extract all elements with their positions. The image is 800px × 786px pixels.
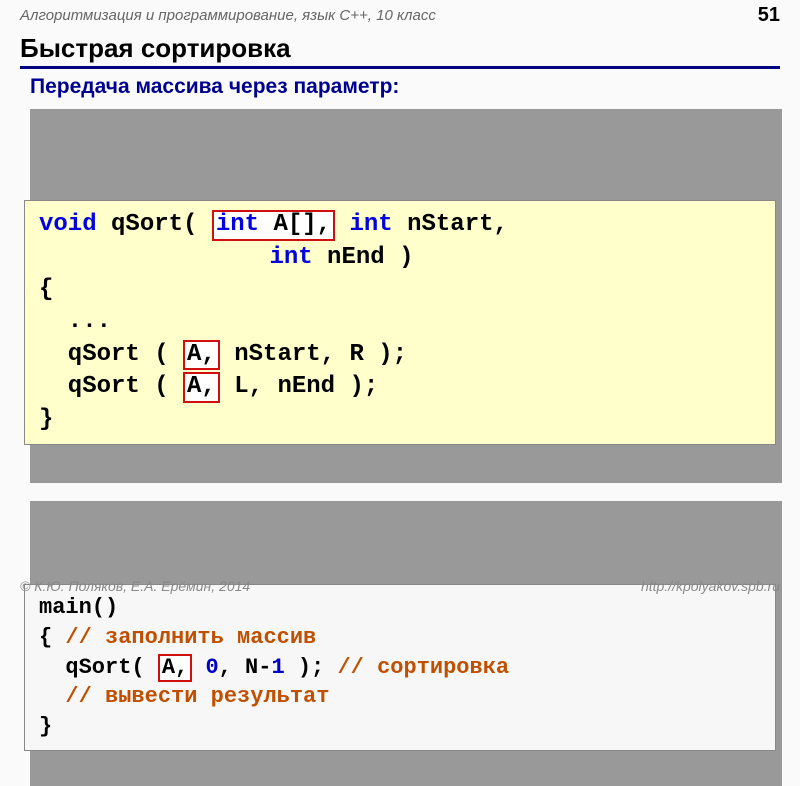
highlight-a1: A, bbox=[183, 340, 220, 370]
highlight-a3: A, bbox=[158, 654, 192, 682]
keyword-int: int bbox=[216, 211, 259, 238]
text bbox=[192, 655, 205, 680]
text: qSort ( bbox=[39, 341, 183, 368]
text: { bbox=[39, 625, 65, 650]
keyword-int: int bbox=[349, 211, 392, 238]
code-block-qsort: void qSort( int A[], int nStart, int nEn… bbox=[24, 103, 776, 477]
comment: // вывести результат bbox=[65, 684, 329, 709]
code-block-main: main() { // заполнить массив qSort( A, 0… bbox=[24, 495, 776, 780]
copyright: © К.Ю. Поляков, Е.А. Ерёмин, 2014 bbox=[20, 578, 250, 594]
subtitle: Передача массива через параметр: bbox=[30, 75, 780, 99]
keyword-void: void bbox=[39, 211, 97, 238]
url: http://kpolyakov.spb.ru bbox=[641, 578, 780, 594]
text: A[], bbox=[259, 211, 331, 238]
text bbox=[39, 244, 269, 271]
number: 1 bbox=[271, 655, 284, 680]
code-inner: void qSort( int A[], int nStart, int nEn… bbox=[24, 200, 776, 445]
page-number: 51 bbox=[758, 4, 780, 27]
code-inner: main() { // заполнить массив qSort( A, 0… bbox=[24, 584, 776, 750]
page-title: Быстрая сортировка bbox=[20, 33, 780, 69]
dots: ... bbox=[39, 308, 111, 335]
text: nEnd ) bbox=[313, 244, 414, 271]
breadcrumb: Алгоритмизация и программирование, язык … bbox=[20, 7, 436, 24]
brace: } bbox=[39, 406, 53, 433]
text: qSort( bbox=[97, 211, 212, 238]
text: qSort ( bbox=[39, 373, 183, 400]
brace: } bbox=[39, 714, 52, 739]
text: L, nEnd ); bbox=[220, 373, 378, 400]
highlight-int-a: int A[], bbox=[212, 210, 335, 240]
text: ); bbox=[285, 655, 338, 680]
highlight-a2: A, bbox=[183, 372, 220, 402]
comment: // сортировка bbox=[337, 655, 509, 680]
number: 0 bbox=[205, 655, 218, 680]
text bbox=[39, 684, 65, 709]
page-footer: © К.Ю. Поляков, Е.А. Ерёмин, 2014 http:/… bbox=[0, 578, 800, 594]
comment: // заполнить массив bbox=[65, 625, 316, 650]
text: main() bbox=[39, 595, 118, 620]
text: nStart, R ); bbox=[220, 341, 407, 368]
text: qSort( bbox=[39, 655, 158, 680]
text: nStart, bbox=[393, 211, 508, 238]
text: , N- bbox=[219, 655, 272, 680]
brace: { bbox=[39, 276, 53, 303]
page-header: Алгоритмизация и программирование, язык … bbox=[0, 0, 800, 29]
keyword-int: int bbox=[269, 244, 312, 271]
